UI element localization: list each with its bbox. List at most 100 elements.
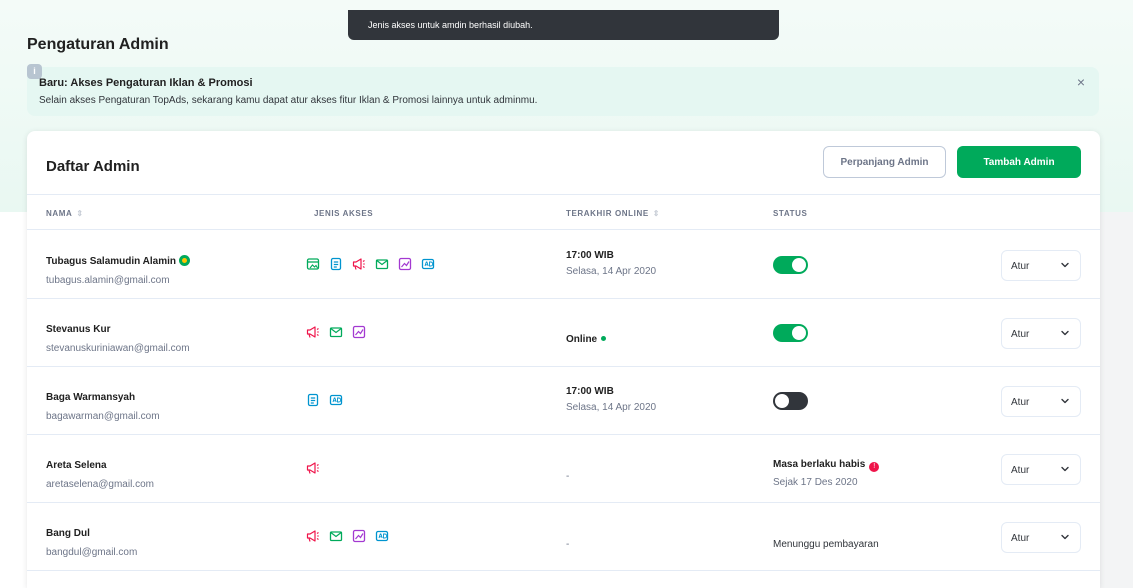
page-title: Pengaturan Admin [27, 36, 169, 53]
megaphone-icon [352, 257, 366, 271]
manage-dropdown[interactable]: Atur [1001, 522, 1081, 553]
last-online-empty: - [566, 471, 570, 482]
status-subtitle: Sejak 17 Des 2020 [773, 477, 858, 488]
ads-icon [375, 529, 389, 543]
manage-dropdown[interactable]: Atur [1001, 318, 1081, 349]
table-row: Stevanus Kur stevanuskuriniawan@gmail.com… [27, 299, 1100, 367]
card-title: Daftar Admin [46, 158, 140, 175]
column-header-name[interactable]: NAMA ⇕ [46, 209, 84, 218]
status-toggle[interactable] [773, 256, 808, 274]
sort-icon[interactable]: ⇕ [653, 209, 660, 218]
add-admin-button[interactable]: Tambah Admin [957, 146, 1081, 178]
clipboard-icon [329, 257, 343, 271]
online-dot-icon [601, 336, 607, 341]
admin-name: Baga Warmansyah [46, 392, 136, 403]
access-icons [306, 393, 352, 407]
sort-icon[interactable]: ⇕ [76, 209, 83, 218]
table-row: Areta Selena aretaselena@gmail.com - Masa b… [27, 435, 1100, 503]
banner-title: Baru: Akses Pengaturan Iklan & Promosi [39, 77, 253, 89]
table-row: Tubagus Salamudin Alamin tubagus.alamin@g… [27, 231, 1100, 299]
banner-description: Selain akses Pengaturan TopAds, sekarang… [39, 95, 538, 106]
last-online-empty: - [566, 539, 570, 550]
mail-icon [329, 325, 343, 339]
column-header-status: STATUS [773, 209, 808, 218]
admin-email: bagawarman@gmail.com [46, 411, 160, 422]
toggle-knob [792, 258, 806, 272]
megaphone-icon [306, 529, 320, 543]
last-online: - [566, 534, 569, 552]
admin-list-card: Daftar Admin Perpanjang Admin Tambah Adm… [27, 131, 1100, 588]
admin-email: aretaselena@gmail.com [46, 479, 154, 490]
status-line: Masa berlaku habis! [773, 454, 880, 472]
chevron-down-icon [1060, 328, 1070, 338]
column-header-last-online[interactable]: TERAKHIR ONLINE ⇕ [566, 209, 660, 218]
manage-dropdown-label: Atur [1011, 261, 1030, 272]
access-icons [306, 529, 398, 543]
admin-name: Areta Selena [46, 460, 107, 471]
last-online-time: 17:00 WIB [566, 250, 614, 261]
ads-icon [421, 257, 435, 271]
admin-status: Masa berlaku habis! Sejak 17 Des 2020 [773, 454, 880, 488]
admin-identity: Baga Warmansyah bagawarman@gmail.com [46, 387, 160, 422]
admin-identity: Areta Selena aretaselena@gmail.com [46, 455, 154, 490]
manage-dropdown[interactable]: Atur [1001, 250, 1081, 281]
manage-dropdown-label: Atur [1011, 397, 1030, 408]
last-online: Online [566, 329, 607, 347]
toggle-knob [792, 326, 806, 340]
admin-email: bangdul@gmail.com [46, 547, 138, 558]
table-header: NAMA ⇕ JENIS AKSES TERAKHIR ONLINE ⇕ STATU… [27, 194, 1100, 230]
access-icons [306, 461, 329, 475]
warning-icon: ! [869, 462, 880, 472]
toggle-knob [775, 394, 789, 408]
admin-email: stevanuskuriniawan@gmail.com [46, 343, 190, 354]
clipboard-icon [306, 393, 320, 407]
status-title: Menunggu pembayaran [773, 539, 879, 550]
admin-name: Bang Dul [46, 528, 90, 539]
page-side-background [1100, 212, 1133, 588]
chevron-down-icon [1060, 260, 1070, 270]
close-icon[interactable]: × [1077, 74, 1085, 90]
manage-dropdown-label: Atur [1011, 329, 1030, 340]
manage-dropdown[interactable]: Atur [1001, 454, 1081, 485]
info-banner: i Baru: Akses Pengaturan Iklan & Promosi… [27, 64, 1099, 116]
chart-icon [398, 257, 412, 271]
status-toggle[interactable] [773, 324, 808, 342]
owner-badge-icon [179, 255, 191, 266]
admin-identity: Stevanus Kur stevanuskuriniawan@gmail.com [46, 319, 190, 354]
status-title: Masa berlaku habis [773, 459, 866, 470]
last-online: - [566, 466, 569, 484]
admin-identity: Tubagus Salamudin Alamin tubagus.alamin@g… [46, 251, 191, 286]
chevron-down-icon [1060, 532, 1070, 542]
last-online-date: Selasa, 14 Apr 2020 [566, 266, 657, 277]
store-icon [306, 257, 320, 271]
admin-identity: Bang Dul bangdul@gmail.com [46, 523, 137, 558]
megaphone-icon [306, 325, 320, 339]
column-header-access: JENIS AKSES [314, 209, 374, 218]
megaphone-icon [306, 461, 320, 475]
admin-status: Menunggu pembayaran [773, 534, 879, 552]
admin-name: Stevanus Kur [46, 324, 111, 335]
extend-admin-button[interactable]: Perpanjang Admin [823, 146, 946, 178]
chart-icon [352, 325, 366, 339]
manage-dropdown-label: Atur [1011, 465, 1030, 476]
mail-icon [375, 257, 389, 271]
status-toggle[interactable] [773, 392, 808, 410]
chart-icon [352, 529, 366, 543]
mail-icon [329, 529, 343, 543]
access-icons [306, 257, 444, 271]
last-online-time: 17:00 WIB [566, 386, 614, 397]
table-row: Baga Warmansyah bagawarman@gmail.com 17:00… [27, 367, 1100, 435]
chevron-down-icon [1060, 464, 1070, 474]
admin-email: tubagus.alamin@gmail.com [46, 275, 170, 286]
manage-dropdown-label: Atur [1011, 533, 1030, 544]
manage-dropdown[interactable]: Atur [1001, 386, 1081, 417]
last-online-date: Selasa, 14 Apr 2020 [566, 402, 657, 413]
admin-name: Tubagus Salamudin Alamin [46, 256, 177, 267]
ads-icon [329, 393, 343, 407]
last-online: 17:00 WIB Selasa, 14 Apr 2020 [566, 386, 656, 413]
access-icons [306, 325, 375, 339]
toast-notification: Jenis akses untuk amdin berhasil diubah. [348, 10, 779, 40]
toast-message: Jenis akses untuk amdin berhasil diubah. [368, 20, 533, 30]
chevron-down-icon [1060, 396, 1070, 406]
table-row: Bang Dul bangdul@gmail.com - Menunggu pemba… [27, 503, 1100, 571]
